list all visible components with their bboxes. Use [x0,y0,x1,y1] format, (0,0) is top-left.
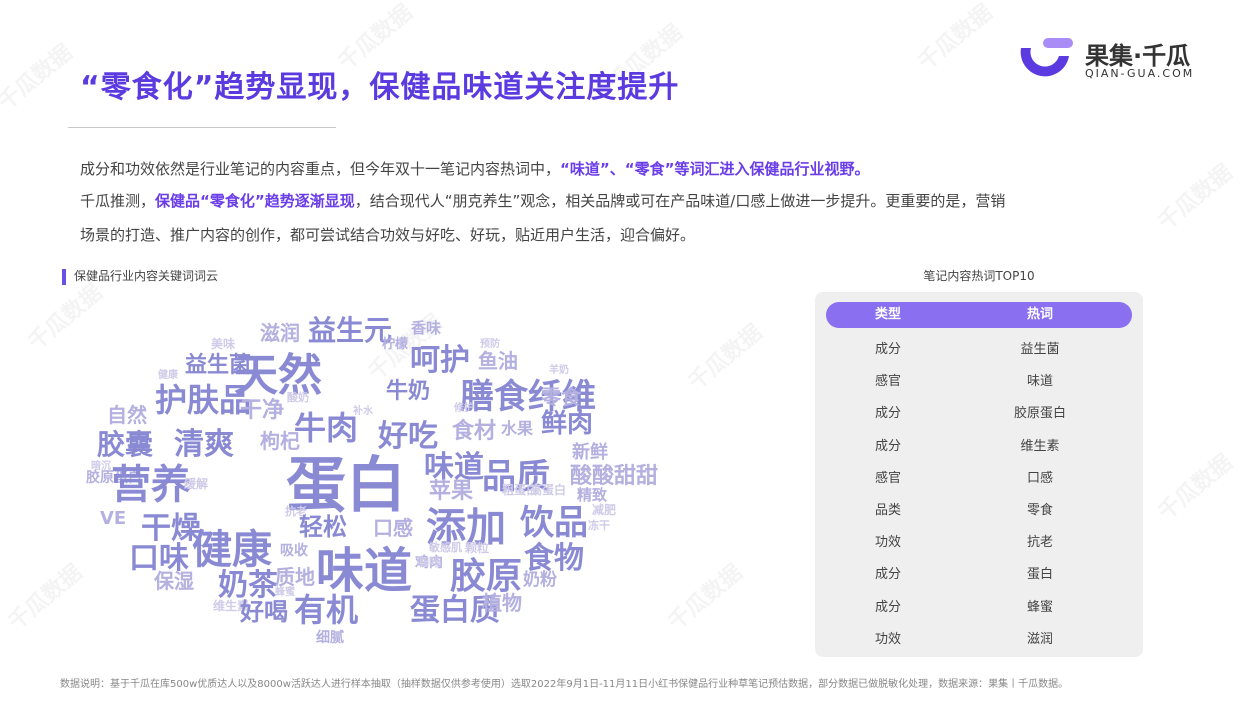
table-row: 感官 味道 [815,366,1143,398]
wordcloud-word: 咖啡 [417,555,442,569]
intro-highlight: 保健品“零食化”趋势逐渐显现 [155,192,355,210]
wordcloud-word: 牛奶 [386,379,431,404]
wordcloud-word: 食材 [452,419,497,444]
wordcloud-word: 奶粉 [523,570,557,590]
cell-type: 功效 [874,631,901,647]
wordcloud-word: 干净 [240,398,285,423]
cell-hotword: 蜂蜜 [1026,599,1053,615]
cell-type: 成分 [874,599,901,615]
wordcloud-word: 修护 [454,403,474,414]
intro-text: ，结合现代人“朋克养生”观念，相关品牌或可在产品味道/口感上做进一步提升。更重要… [354,192,1006,210]
cell-type: 成分 [874,567,901,583]
wordcloud-word: 营养 [111,462,191,508]
watermark-text: 千瓜数据 [3,560,88,636]
section-marker [62,268,66,285]
cell-hotword: 抗老 [1026,535,1053,551]
brand-logo: 果集·千瓜 QIAN-GUA.COM [1013,36,1213,84]
table-row: 成分 维生素 [815,431,1143,463]
wordcloud-label-text: 保健品行业内容关键词词云 [74,269,219,283]
intro-text: 成分和功效依然是行业笔记的内容重点，但今年双十一笔记内容热词中， [80,160,561,178]
cell-type: 成分 [874,438,901,454]
wordcloud-word: 缓解 [184,477,209,491]
wordcloud-section-label: 保健品行业内容关键词词云 [62,267,218,285]
intro-line-2: 千瓜推测，保健品“零食化”趋势逐渐显现，结合现代人“朋克养生”观念，相关品牌或可… [80,188,1210,214]
cell-type: 感官 [874,470,901,486]
watermark-text: 千瓜数据 [683,320,768,396]
wordcloud-word: 减肥 [592,503,617,517]
table-row: 成分 蜂蜜 [815,592,1143,624]
watermark-text: 千瓜数据 [913,0,998,76]
intro-text: 场景的打造、推广内容的创作，都可尝试结合功效与好吃、好玩，贴近用户生活，迎合偏好… [80,226,696,244]
page-title: “零食化”趋势显现，保健品味道关注度提升 [80,70,680,105]
cell-hotword: 维生素 [1020,438,1060,454]
brand-domain: QIAN-GUA.COM [1085,67,1195,80]
table-row: 成分 胶原蛋白 [815,398,1143,430]
table-row: 成分 益生菌 [815,334,1143,366]
table-row: 感官 口感 [815,463,1143,495]
cell-hotword: 零食 [1026,503,1053,518]
table-row: 成分 蛋白 [815,559,1143,591]
wordcloud-word: 护肤品 [155,381,252,419]
keyword-wordcloud: 滋润 益生元 香味 预防 美味 柠檬 益生菌 天然 呵护 鱼油 羊奶 健康 护肤品 牛奶 膳食纤维 酸奶 自然干… [80,295,658,660]
intro-line-3: 场景的打造、推广内容的创作，都可尝试结合功效与好吃、好玩，贴近用户生活，迎合偏好… [80,222,1210,248]
cell-hotword: 益生菌 [1020,342,1060,357]
wordcloud-word: 冻干 [588,519,610,532]
watermark-text: 千瓜数据 [663,560,748,636]
qiangua-logo-icon [1020,38,1073,77]
cell-type: 感官 [874,374,901,390]
wordcloud-word: 细腻 [316,630,344,646]
watermark-text: 千瓜数据 [0,40,78,116]
wordcloud-word: 柠檬 [382,337,409,352]
intro-highlight: “味道”、“零食”等词汇进入保健品行业视野。 [560,160,870,178]
top10-title: 笔记内容热词TOP10 [923,269,1035,283]
wordcloud-word: 保湿 [154,569,194,593]
table-row: 品类 零食 [815,495,1143,527]
cell-type: 品类 [874,503,901,518]
top10-table: 类型 热词 成分 益生菌 感官 味道 成分 胶原蛋白 成分 维生素 感官 口感 品类 零食 功效 抗老 成分… [815,292,1143,657]
intro-text: 千瓜推测， [80,192,156,210]
header-hotword: 热词 [1026,307,1053,322]
header-type: 类型 [874,307,901,322]
wordcloud-word: 吸收 [280,543,308,559]
wordcloud-word: 补水 [353,406,373,417]
table-row: 功效 抗老 [815,527,1143,559]
cell-type: 成分 [874,406,901,422]
title-divider [68,127,336,128]
intro-line-1: 成分和功效依然是行业笔记的内容重点，但今年双十一笔记内容热词中，“味道”、“零食… [80,156,1210,182]
wordcloud-word: VE [100,508,127,529]
cell-hotword: 胶原蛋白 [1013,406,1066,422]
table-row: 功效 滋润 [815,624,1143,656]
wordcloud-word: 水果 [501,419,534,438]
cell-type: 功效 [874,535,901,551]
data-footnote: 数据说明：基于千瓜在库500w优质达人以及8000w活跃达人进行样本抽取（抽样数… [60,679,1069,690]
cell-hotword: 滋润 [1026,631,1053,647]
cell-type: 成分 [874,342,901,357]
cell-hotword: 蛋白 [1026,567,1053,583]
table-header: 类型 热词 [826,302,1132,328]
cell-hotword: 口感 [1026,470,1053,486]
cell-hotword: 味道 [1026,374,1053,390]
watermark-text: 千瓜数据 [1153,450,1238,526]
wordcloud-word: 植物 [482,591,522,615]
wordcloud-word: 有机 [294,591,359,629]
wordcloud-word: 好喝 [240,598,288,626]
wordcloud-word: 鲜肉 [541,409,594,439]
brand-name: 果集·千瓜 [1085,42,1191,70]
